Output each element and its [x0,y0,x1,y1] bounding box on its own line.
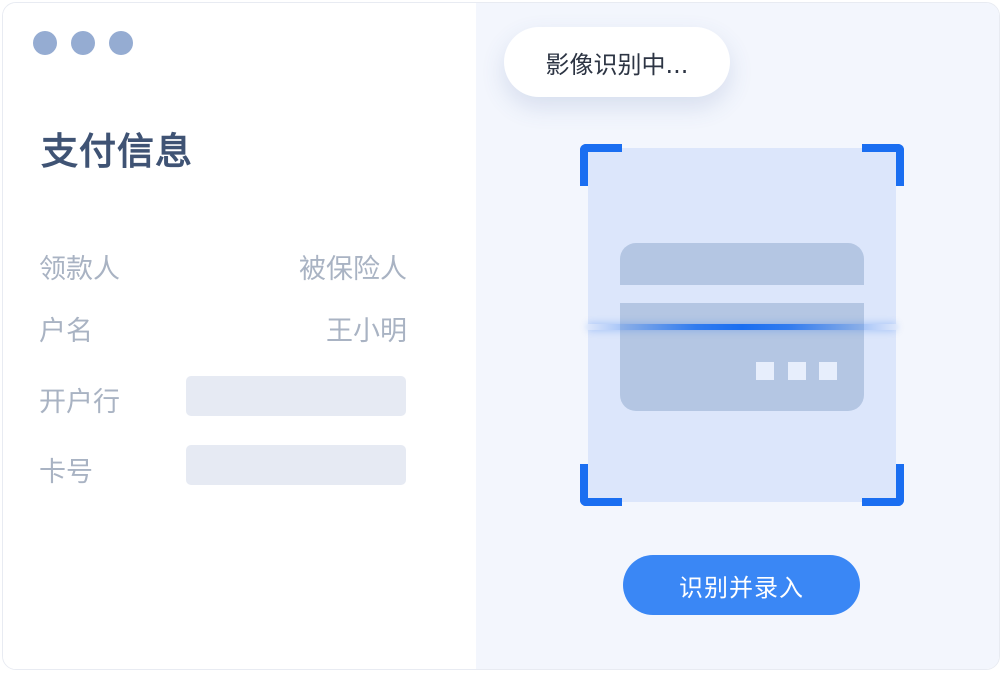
bank-label: 开户行 [39,387,120,418]
card-magnetic-stripe [620,285,864,303]
window-dot-2[interactable] [71,31,95,55]
card-number-field[interactable] [186,445,406,485]
scan-line [588,324,896,330]
scan-corner-bottom-right [862,464,904,506]
window-dot-1[interactable] [33,31,57,55]
card-number-label: 卡号 [39,457,93,488]
scan-corner-top-right [862,144,904,186]
bank-field[interactable] [186,376,406,416]
page-title: 支付信息 [41,130,193,173]
account-name-value: 王小明 [326,316,407,347]
payment-info-panel: 支付信息 领款人 被保险人 户名 王小明 开户行 卡号 [3,3,476,669]
card-digit-block-2 [788,362,806,380]
window-controls [33,31,147,55]
card-digit-block-1 [756,362,774,380]
account-name-label: 户名 [39,316,93,347]
payee-label: 领款人 [39,254,120,285]
payee-value: 被保险人 [299,254,407,285]
recognize-and-enter-button[interactable]: 识别并录入 [623,555,860,615]
scanner-panel: 影像识别中... 识别并录入 [476,3,999,669]
scan-corner-bottom-left [580,464,622,506]
scan-frame [580,144,904,506]
window-dot-3[interactable] [109,31,133,55]
card-digit-block-3 [819,362,837,380]
recognition-status-badge: 影像识别中... [504,27,730,97]
scan-corner-top-left [580,144,622,186]
app-window: 支付信息 领款人 被保险人 户名 王小明 开户行 卡号 影像识别中... 识别并… [2,2,1000,670]
